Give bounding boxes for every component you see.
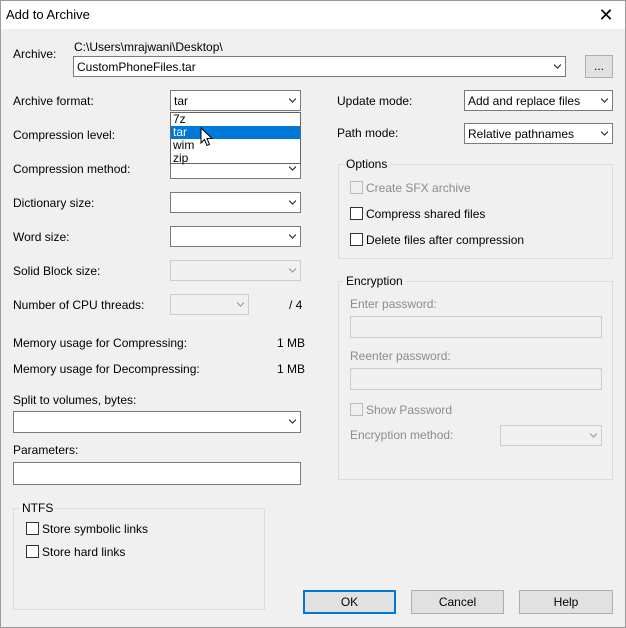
mouse-cursor-icon (200, 127, 214, 147)
parameters-label: Parameters: (13, 443, 79, 457)
browse-button[interactable]: ... (585, 55, 613, 78)
cancel-button[interactable]: Cancel (411, 590, 504, 614)
split-volumes-label: Split to volumes, bytes: (13, 393, 137, 407)
chevron-down-icon (289, 234, 296, 239)
reenter-password-input[interactable] (350, 368, 602, 390)
enter-password-label: Enter password: (350, 297, 437, 311)
encryption-method-label: Encryption method: (350, 428, 454, 442)
store-hard-links-label: Store hard links (42, 545, 126, 559)
store-symbolic-links-checkbox[interactable] (26, 522, 39, 535)
cpu-threads-combo[interactable] (170, 294, 249, 315)
solid-block-size-combo[interactable] (170, 260, 301, 281)
add-to-archive-dialog: Add to Archive ✕ Archive: C:\Users\mrajw… (0, 0, 626, 628)
word-size-combo[interactable] (170, 226, 301, 247)
compression-method-label: Compression method: (13, 162, 131, 176)
chevron-down-icon (289, 98, 296, 103)
path-mode-value: Relative pathnames (468, 127, 575, 141)
encryption-method-combo[interactable] (500, 425, 602, 446)
archive-name-value: CustomPhoneFiles.tar (77, 60, 196, 74)
chevron-down-icon (601, 131, 608, 136)
archive-format-label: Archive format: (13, 94, 94, 108)
path-mode-combo[interactable]: Relative pathnames (464, 123, 613, 144)
chevron-down-icon (289, 200, 296, 205)
mem-decompress-label: Memory usage for Decompressing: (13, 362, 200, 376)
compress-shared-label: Compress shared files (366, 207, 486, 221)
archive-format-dropdown: 7z tar wim zip (170, 112, 301, 165)
archive-name-combo[interactable]: CustomPhoneFiles.tar (73, 56, 566, 77)
path-mode-label: Path mode: (337, 126, 399, 140)
chevron-down-icon (289, 419, 296, 424)
delete-after-label: Delete files after compression (366, 233, 525, 247)
chevron-down-icon (590, 433, 597, 438)
update-mode-combo[interactable]: Add and replace files (464, 90, 613, 111)
create-sfx-label: Create SFX archive (366, 181, 471, 195)
split-volumes-combo[interactable] (13, 411, 301, 433)
delete-after-checkbox[interactable] (350, 233, 363, 246)
word-size-label: Word size: (13, 230, 70, 244)
solid-block-size-label: Solid Block size: (13, 264, 101, 278)
store-hard-links-checkbox[interactable] (26, 545, 39, 558)
archive-label: Archive: (13, 47, 57, 61)
archive-format-value: tar (174, 94, 189, 108)
enter-password-input[interactable] (350, 316, 602, 338)
dictionary-size-label: Dictionary size: (13, 196, 95, 210)
dictionary-size-combo[interactable] (170, 192, 301, 213)
format-option-wim[interactable]: wim (171, 139, 300, 152)
create-sfx-checkbox[interactable] (350, 181, 363, 194)
encryption-group-title: Encryption (343, 274, 406, 288)
chevron-down-icon (601, 98, 608, 103)
store-symbolic-links-label: Store symbolic links (42, 522, 149, 536)
close-icon[interactable]: ✕ (595, 4, 617, 26)
title-bar: Add to Archive ✕ (1, 1, 625, 29)
reenter-password-label: Reenter password: (350, 349, 451, 363)
parameters-input[interactable] (13, 462, 301, 485)
chevron-down-icon (237, 302, 244, 307)
show-password-checkbox[interactable] (350, 403, 363, 416)
compression-level-label: Compression level: (13, 128, 116, 142)
update-mode-label: Update mode: (337, 94, 413, 108)
help-button[interactable]: Help (519, 590, 613, 614)
ok-button[interactable]: OK (303, 590, 396, 614)
cpu-threads-max: / 4 (289, 298, 303, 312)
mem-decompress-value: 1 MB (277, 362, 306, 376)
format-option-7z[interactable]: 7z (171, 113, 300, 126)
mem-compress-label: Memory usage for Compressing: (13, 336, 188, 350)
chevron-down-icon (554, 64, 561, 69)
chevron-down-icon (289, 268, 296, 273)
cpu-threads-label: Number of CPU threads: (13, 298, 145, 312)
window-title: Add to Archive (6, 7, 90, 22)
mem-compress-value: 1 MB (277, 336, 306, 350)
format-option-zip[interactable]: zip (171, 152, 300, 165)
compress-shared-checkbox[interactable] (350, 207, 363, 220)
update-mode-value: Add and replace files (468, 94, 581, 108)
chevron-down-icon (289, 166, 296, 171)
ntfs-group-title: NTFS (19, 501, 57, 515)
show-password-label: Show Password (366, 403, 453, 417)
archive-format-combo[interactable]: tar (170, 90, 301, 111)
options-group-title: Options (343, 157, 391, 171)
archive-path: C:\Users\mrajwani\Desktop\ (74, 40, 223, 54)
